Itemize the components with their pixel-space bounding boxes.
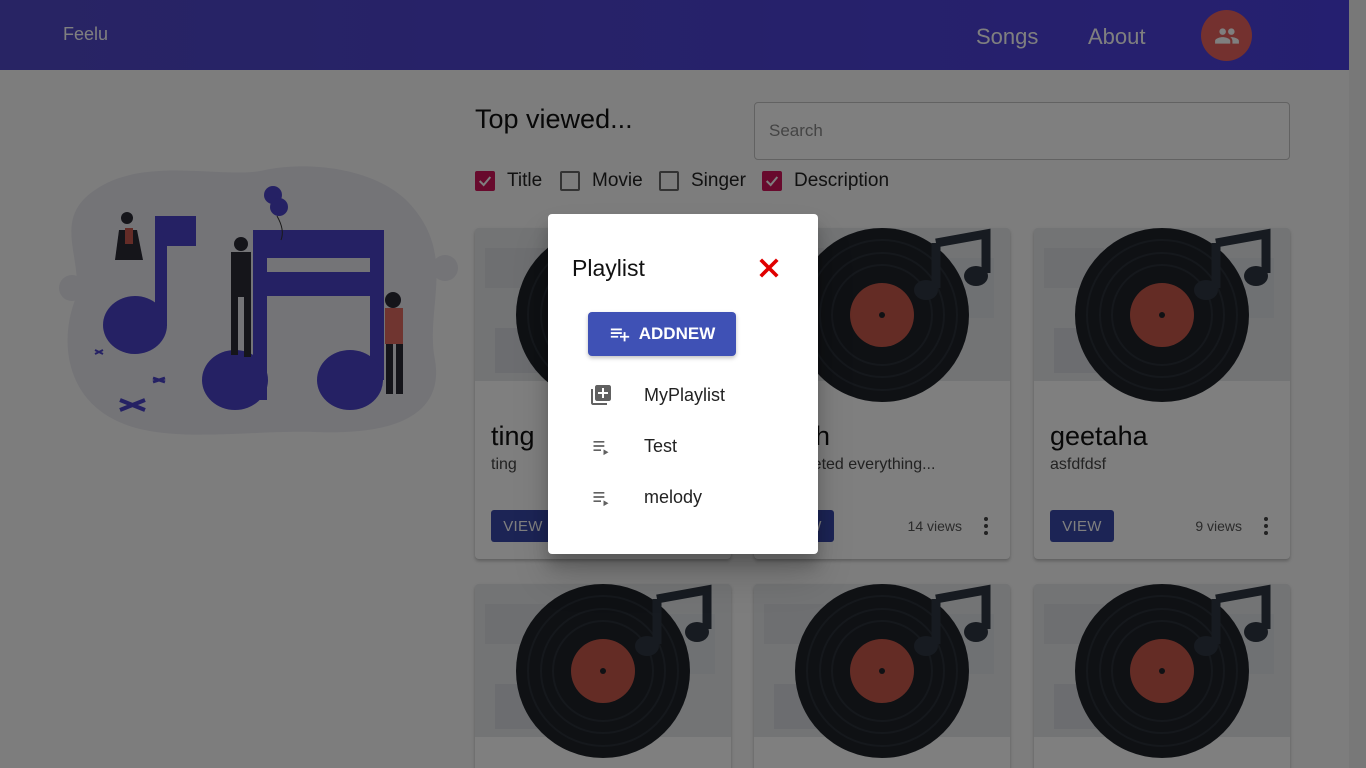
playlist-item-myplaylist[interactable]: MyPlaylist — [588, 375, 798, 415]
playlist-item-melody[interactable]: melody — [588, 477, 798, 517]
playlist-play-icon — [588, 484, 614, 510]
add-new-label: ADDNEW — [638, 324, 716, 343]
close-icon[interactable] — [756, 255, 782, 281]
playlist-item-test[interactable]: Test — [588, 426, 798, 466]
playlist-item-label: melody — [644, 486, 703, 507]
playlist-item-label: Test — [644, 435, 678, 456]
playlist-dialog: Playlist ADDNEW MyPlaylist Test melody — [548, 214, 818, 554]
library-add-icon — [588, 382, 614, 408]
add-new-playlist-button[interactable]: ADDNEW — [588, 312, 736, 356]
playlist-item-label: MyPlaylist — [644, 384, 726, 405]
playlist-add-icon — [610, 328, 629, 342]
dialog-title: Playlist — [572, 255, 645, 281]
playlist-play-icon — [588, 433, 614, 459]
